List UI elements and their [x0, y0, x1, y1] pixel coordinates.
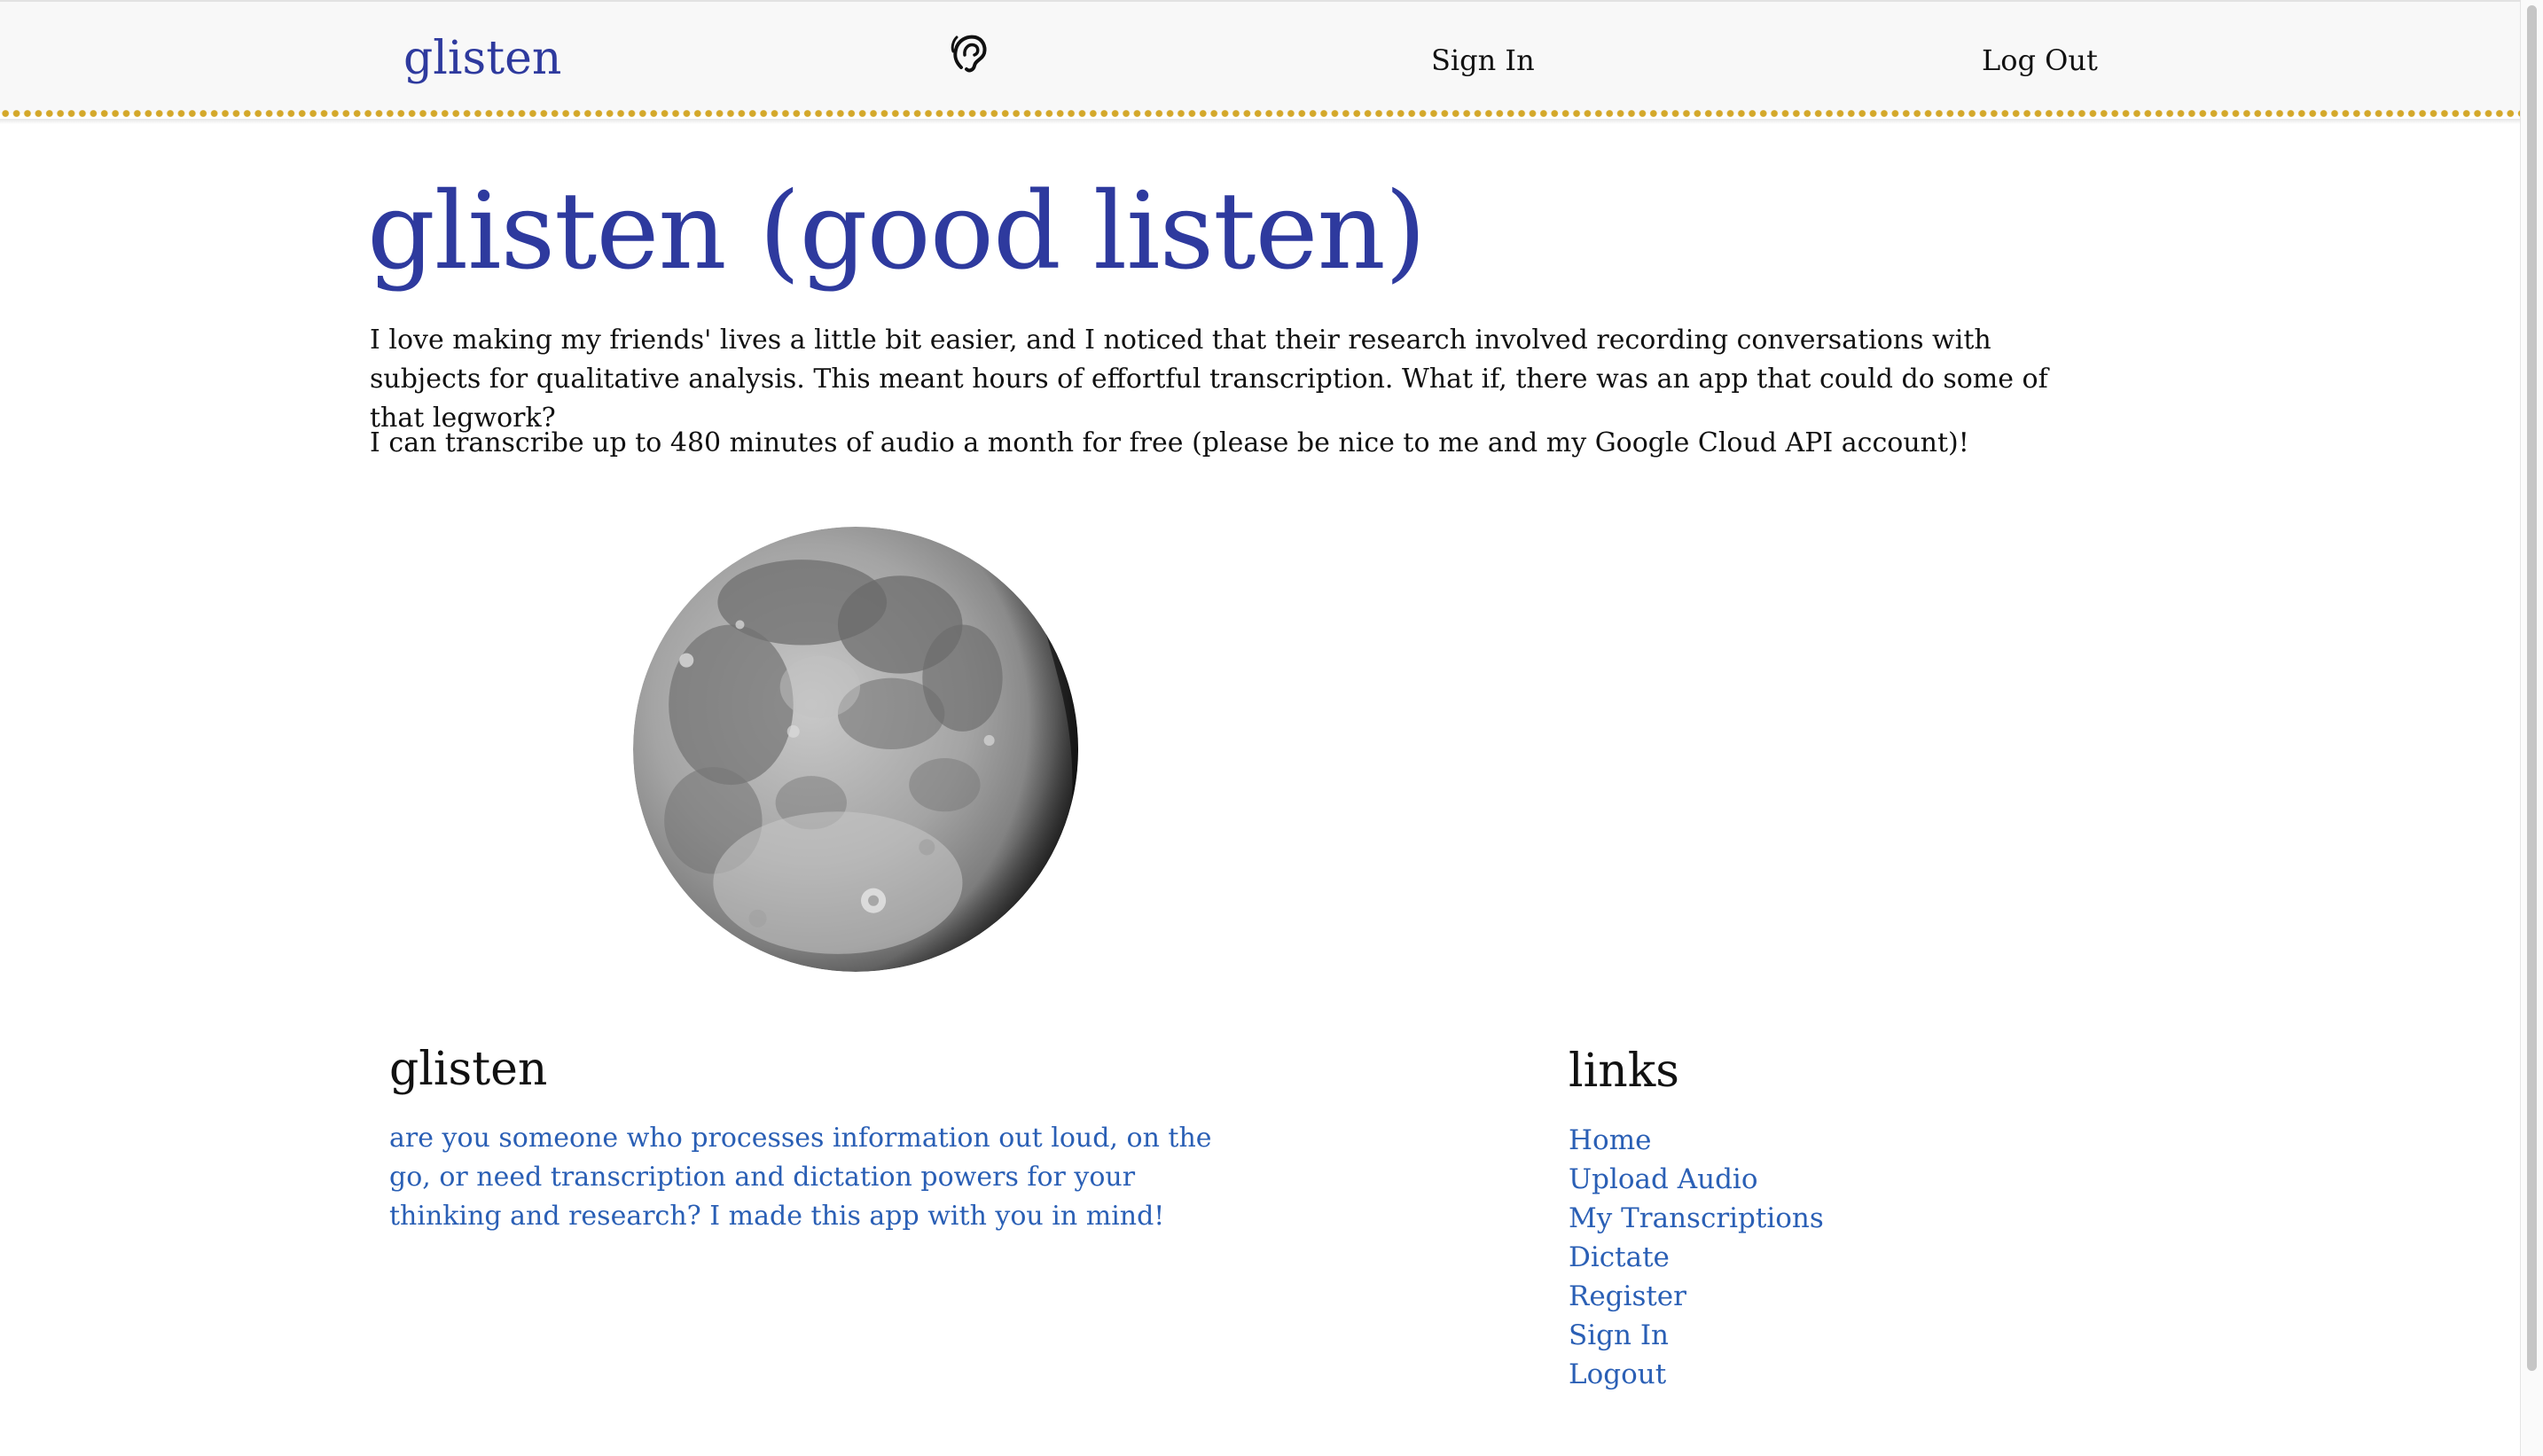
brand-link[interactable]: glisten	[403, 27, 561, 90]
ear-icon[interactable]	[951, 32, 990, 74]
footer-link-logout[interactable]: Logout	[1569, 1355, 1824, 1394]
quota-paragraph: I can transcribe up to 480 minutes of au…	[370, 427, 1969, 458]
footer-link-sign-in[interactable]: Sign In	[1569, 1316, 1824, 1355]
navbar: glisten Sign In Log Out	[0, 0, 2520, 114]
footer-link-home[interactable]: Home	[1569, 1121, 1824, 1160]
vertical-scrollbar[interactable]	[2520, 0, 2543, 1456]
scrollbar-thumb[interactable]	[2527, 5, 2537, 1371]
intro-paragraph: I love making my friends' lives a little…	[370, 325, 2048, 434]
navbar-dotted-border	[0, 108, 2520, 119]
footer-about-title: glisten	[389, 1043, 548, 1096]
footer-link-my-transcriptions[interactable]: My Transcriptions	[1569, 1199, 1824, 1238]
page-title: glisten (good listen)	[367, 170, 1427, 294]
nav-log-out-link[interactable]: Log Out	[1982, 41, 2098, 80]
navbar-shadow	[0, 119, 2520, 124]
moon-image	[633, 527, 1078, 972]
footer-link-upload-audio[interactable]: Upload Audio	[1569, 1160, 1824, 1199]
footer-links-title: links	[1569, 1045, 1679, 1098]
nav-sign-in-link[interactable]: Sign In	[1431, 41, 1535, 80]
footer-about-text: are you someone who processes informatio…	[389, 1123, 1212, 1232]
footer-links-list: Home Upload Audio My Transcriptions Dict…	[1569, 1121, 1824, 1394]
footer-link-register[interactable]: Register	[1569, 1277, 1824, 1316]
footer-link-dictate[interactable]: Dictate	[1569, 1238, 1824, 1277]
